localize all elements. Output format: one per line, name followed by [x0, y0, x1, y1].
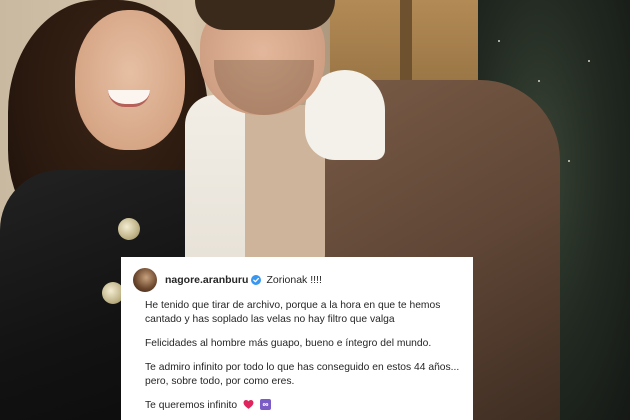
- avatar[interactable]: [133, 268, 157, 292]
- comment-first-line: Zorionak !!!!: [266, 274, 322, 286]
- comment-paragraph: Te admiro infinito por todo lo que has c…: [145, 362, 460, 387]
- infinity-icon: [259, 399, 271, 410]
- comment-body: He tenido que tirar de archivo, porque a…: [145, 299, 461, 413]
- man-hair: [195, 0, 335, 30]
- coat-button: [118, 218, 140, 240]
- comment-paragraph: He tenido que tirar de archivo, porque a…: [145, 300, 441, 325]
- instagram-comment-card: nagore.aranburu Zorionak !!!! He tenido …: [121, 257, 473, 420]
- comment-closing: Te queremos infinito: [145, 399, 461, 413]
- comment-paragraph: Felicidades al hombre más guapo, bueno e…: [145, 338, 432, 349]
- woman-face: [75, 10, 185, 150]
- comment-header: nagore.aranburu Zorionak !!!!: [133, 267, 461, 293]
- username[interactable]: nagore.aranburu: [165, 274, 248, 286]
- verified-badge-icon: [251, 275, 262, 285]
- closing-text: Te queremos infinito: [145, 400, 238, 411]
- red-heart-icon: [243, 400, 254, 409]
